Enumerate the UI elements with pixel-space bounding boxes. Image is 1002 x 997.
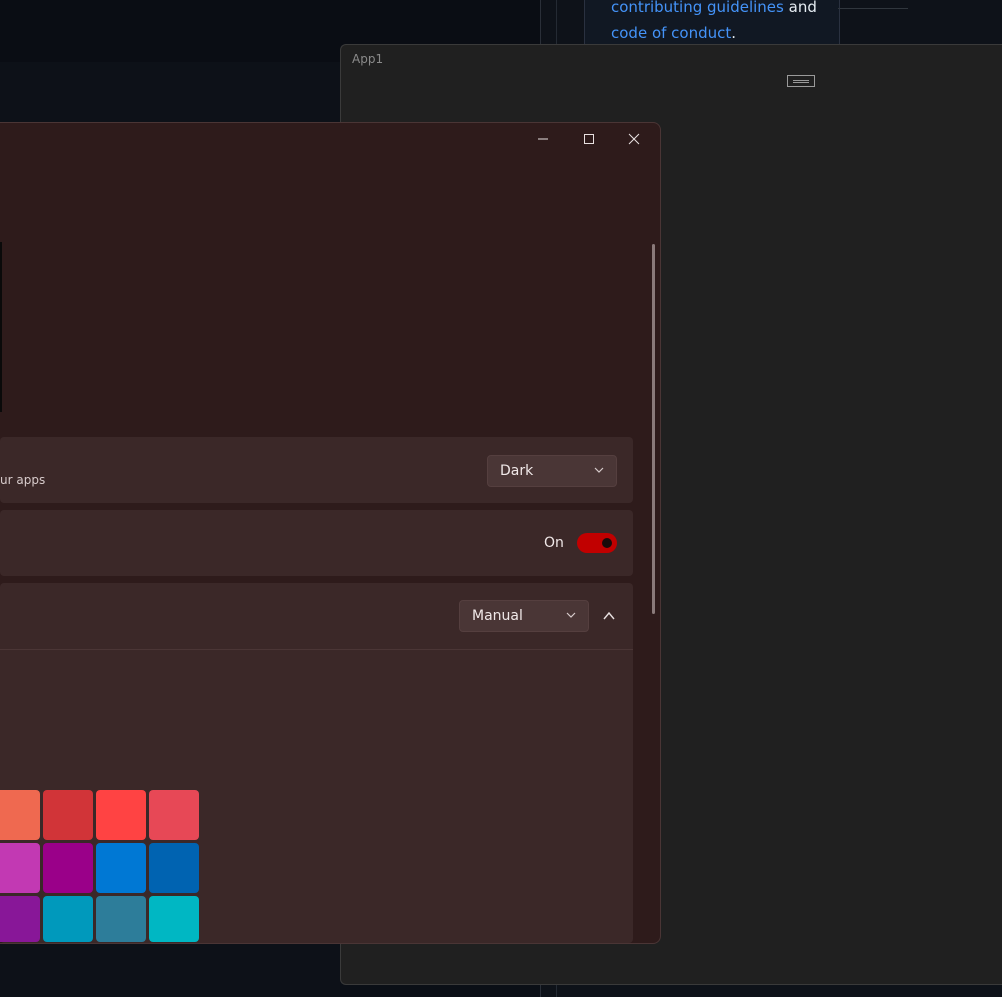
close-button[interactable] [614,128,654,150]
transparency-card [0,510,633,576]
accent-card-divider [0,649,633,650]
period-text: . [731,24,737,42]
accent-mode-dropdown[interactable]: Manual [459,600,589,632]
app-mode-value: Dark [500,463,534,479]
github-info-text: contributing guidelines and code of cond… [611,0,851,46]
transparency-state-label: On [544,535,564,551]
contributing-guidelines-link[interactable]: contributing guidelines [611,0,784,16]
accent-color-swatch[interactable] [0,790,40,840]
accent-color-swatch[interactable] [96,790,146,840]
scrollbar-thumb[interactable] [652,244,655,614]
accent-color-swatch[interactable] [96,896,146,942]
toggle-knob [602,538,612,548]
accent-color-card [0,583,633,943]
accent-color-swatch[interactable] [149,896,199,942]
accent-color-swatch[interactable] [149,790,199,840]
maximize-icon [584,134,594,144]
chevron-up-icon [603,611,615,620]
accent-color-swatch[interactable] [43,790,93,840]
minimize-icon [538,138,548,140]
collapse-button[interactable] [597,604,621,628]
transparency-toggle[interactable] [577,533,617,553]
chevron-down-icon [566,609,576,623]
and-text: and [788,0,817,16]
accent-color-swatch[interactable] [149,843,199,893]
accent-color-swatch[interactable] [43,843,93,893]
theme-preview-edge [0,242,2,412]
minimize-button[interactable] [523,128,563,150]
app-mode-dropdown[interactable]: Dark [487,455,617,487]
close-icon [628,133,640,145]
app-mode-description: ur apps [0,473,46,487]
maximize-button[interactable] [569,128,609,150]
accent-color-swatch[interactable] [0,843,40,893]
app1-title: App1 [352,52,384,66]
accent-color-swatch[interactable] [43,896,93,942]
accent-color-swatch[interactable] [0,896,40,942]
chevron-down-icon [594,464,604,478]
accent-color-swatch[interactable] [96,843,146,893]
accent-mode-value: Manual [472,608,523,624]
drag-handle-icon[interactable] [787,75,815,87]
divider-line [838,8,908,9]
code-of-conduct-link[interactable]: code of conduct [611,24,731,42]
